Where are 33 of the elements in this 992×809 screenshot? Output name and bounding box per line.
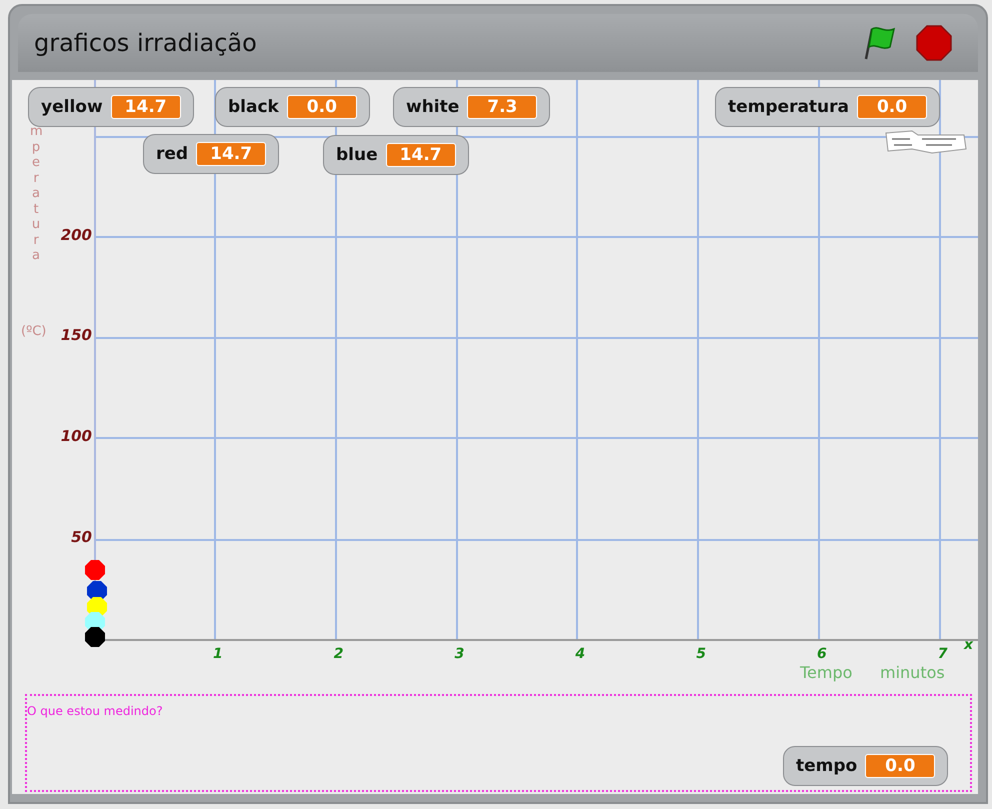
tick-label: 1 <box>213 646 223 662</box>
variable-name: white <box>406 97 460 117</box>
variable-value: 7.3 <box>467 95 538 119</box>
tick-label: 6 <box>817 646 827 662</box>
tick-label: 3 <box>454 646 464 662</box>
axis-title: mperatura <box>30 124 42 264</box>
tick-label: 200 <box>60 226 92 244</box>
stop-icon[interactable] <box>914 23 954 63</box>
variable-name: yellow <box>41 97 103 117</box>
tick-label: 2 <box>334 646 344 662</box>
variable-value: 0.0 <box>865 754 936 778</box>
axis-unit: (ºC) <box>21 324 46 339</box>
tick-label: 100 <box>60 427 92 445</box>
variable-name: tempo <box>796 756 858 776</box>
variable-value: 0.0 <box>286 95 357 119</box>
axis-title: minutos <box>880 663 945 682</box>
variable-name: temperatura <box>728 97 850 117</box>
variable-value: 0.0 <box>857 95 928 119</box>
variable-name: red <box>156 144 188 164</box>
tick-label: 7 <box>938 646 948 662</box>
axis-label: x <box>964 637 974 653</box>
note-text: O que estou medindo? <box>27 704 164 718</box>
tick-label: 4 <box>575 646 586 662</box>
tick-label: 150 <box>60 326 92 344</box>
variable-value: 14.7 <box>196 142 266 166</box>
variable-name: blue <box>336 145 378 165</box>
axis-title: Tempo <box>800 663 852 682</box>
tick-label: 5 <box>696 646 706 662</box>
variable-value: 14.7 <box>110 95 181 119</box>
variable-value: 14.7 <box>386 143 456 167</box>
tick-label: 50 <box>70 528 92 546</box>
project-title: graficos irradiação <box>34 29 257 57</box>
variable-name: black <box>228 97 279 117</box>
